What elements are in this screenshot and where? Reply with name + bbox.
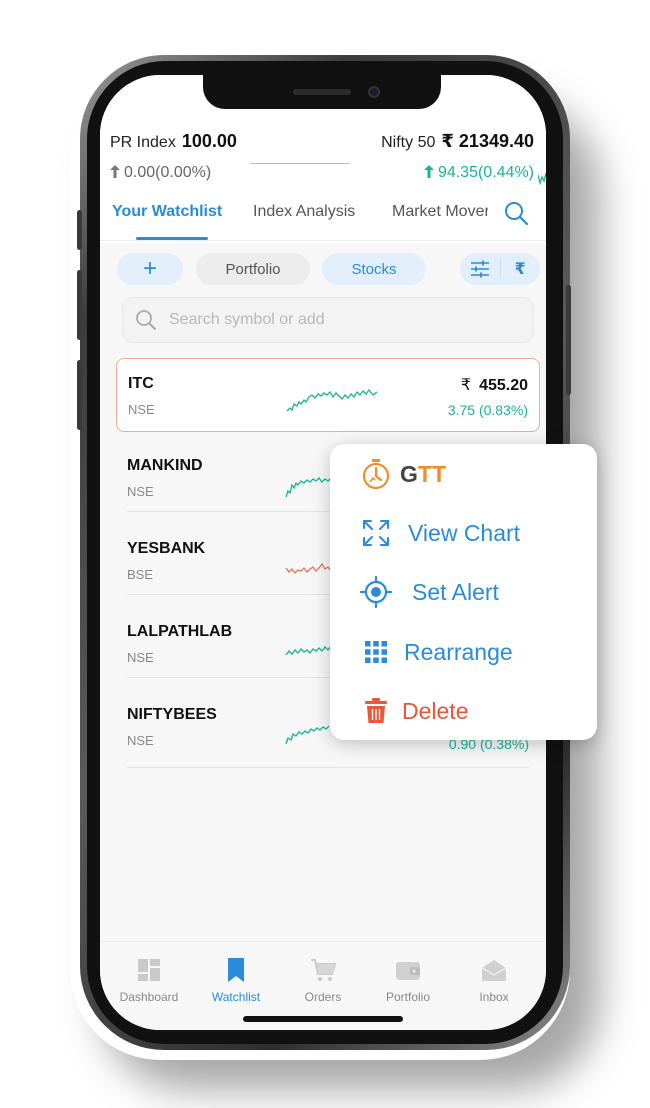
mute-switch (77, 210, 82, 250)
nav-dashboard[interactable]: Dashboard (104, 956, 194, 1004)
search-icon[interactable] (502, 199, 532, 229)
power-button (566, 285, 571, 395)
row-context-menu: GTT View Chart Set Alert Rearrange Delet… (330, 444, 597, 740)
nifty-label: Nifty 50 (381, 134, 436, 151)
plus-icon: + (142, 255, 157, 282)
row-sparkline (286, 388, 378, 412)
filter-chip-portfolio[interactable]: Portfolio (196, 253, 310, 285)
rupee-icon: ₹ (460, 377, 472, 394)
trash-icon (365, 698, 387, 723)
filter-button[interactable] (460, 253, 500, 285)
nav-orders[interactable]: Orders (278, 956, 368, 1004)
gtt-icon (362, 459, 390, 490)
menu-item-view-chart[interactable]: View Chart (330, 507, 597, 559)
view-chart-label: View Chart (408, 519, 521, 546)
inbox-icon (481, 960, 507, 981)
tab-market-movers[interactable]: Market Movers (392, 203, 488, 221)
nav-inbox[interactable]: Inbox (449, 956, 539, 1004)
search-field-icon-wrap (123, 297, 169, 343)
row-exchange: NSE (128, 402, 155, 417)
search-icon (136, 310, 156, 330)
nav-orders-label: Orders (304, 990, 342, 1004)
filter-chip-stocks[interactable]: Stocks (322, 253, 426, 285)
volume-up-button (77, 270, 82, 340)
gtt-label-tt: TT (417, 460, 446, 487)
row-exchange: NSE (127, 484, 154, 499)
currency-button[interactable]: ₹ (500, 253, 540, 285)
tools-chip: ₹ (460, 253, 540, 285)
row-symbol: ITC (128, 375, 154, 392)
active-tab-indicator (136, 237, 208, 240)
pr-index-label: PR Index (110, 134, 176, 151)
wallet-icon (396, 962, 420, 980)
row-symbol: LALPATHLAB (127, 623, 233, 640)
tab-index-analysis[interactable]: Index Analysis (253, 203, 355, 221)
set-alert-label: Set Alert (412, 578, 499, 605)
pr-index-block[interactable]: PR Index 100.00 0.00(0.00%) (110, 131, 237, 182)
nav-dashboard-label: Dashboard (119, 990, 179, 1004)
row-divider (127, 767, 529, 768)
grid-icon (365, 641, 387, 663)
row-price-value: 455.20 (479, 377, 528, 394)
nifty-value: ₹ 21349.40 (441, 131, 534, 152)
tab-your-watchlist[interactable]: Your Watchlist (112, 203, 222, 221)
index-divider (250, 163, 350, 164)
search-bar (122, 297, 534, 343)
menu-item-rearrange[interactable]: Rearrange (330, 626, 597, 678)
nav-portfolio[interactable]: Portfolio (363, 956, 453, 1004)
dashboard-icon (138, 959, 160, 981)
arrow-up-icon (110, 165, 120, 178)
front-camera (368, 86, 380, 98)
filter-icon (470, 260, 489, 278)
delete-label: Delete (402, 697, 469, 724)
menu-item-set-alert[interactable]: Set Alert (330, 566, 597, 618)
gtt-label-g: G (400, 460, 418, 487)
menu-item-delete[interactable]: Delete (330, 685, 597, 737)
menu-item-gtt[interactable]: GTT (330, 448, 597, 500)
cart-icon (311, 959, 336, 981)
phone-notch (203, 75, 441, 109)
target-icon (360, 576, 392, 608)
add-watchlist-button[interactable]: + (117, 253, 183, 285)
nav-portfolio-label: Portfolio (385, 990, 431, 1004)
home-indicator[interactable] (243, 1016, 403, 1022)
row-symbol: MANKIND (127, 457, 203, 474)
rearrange-label: Rearrange (404, 638, 513, 665)
bookmark-icon (228, 958, 244, 982)
nifty-change-value: 94.35(0.44%) (437, 164, 534, 181)
nav-inbox-label: Inbox (479, 990, 509, 1004)
nifty-change: 94.35(0.44%) (381, 164, 534, 182)
nav-watchlist[interactable]: Watchlist (191, 956, 281, 1004)
nifty-index-block[interactable]: Nifty 50 ₹ 21349.40 94.35(0.44%) (381, 131, 534, 182)
nifty-value-number: 21349.40 (458, 131, 534, 151)
row-symbol: NIFTYBEES (127, 706, 217, 723)
row-price: ₹455.20 (461, 375, 528, 395)
row-exchange: BSE (127, 567, 154, 582)
rupee-icon: ₹ (441, 131, 454, 151)
notch-speaker (293, 89, 351, 95)
tab-market-movers-clip: Market Movers (392, 193, 488, 239)
row-change: 3.75 (0.83%) (447, 402, 528, 418)
nav-watchlist-label: Watchlist (211, 990, 261, 1004)
pr-index-change-value: 0.00(0.00%) (124, 164, 212, 181)
rupee-icon: ₹ (514, 261, 526, 278)
row-exchange: NSE (127, 650, 154, 665)
search-input[interactable] (169, 311, 499, 329)
row-symbol: YESBANK (127, 540, 206, 557)
watchlist-row-itc[interactable]: ITC NSE ₹455.20 3.75 (0.83%) (116, 358, 540, 432)
edge-sparkline (538, 172, 546, 185)
row-exchange: NSE (127, 733, 154, 748)
pr-index-change: 0.00(0.00%) (110, 164, 237, 182)
pr-index-value: 100.00 (181, 131, 237, 151)
volume-down-button (77, 360, 82, 430)
tab-bar: Your Watchlist Index Analysis Market Mov… (100, 193, 546, 241)
arrow-up-icon (423, 165, 434, 178)
expand-icon (363, 520, 389, 546)
